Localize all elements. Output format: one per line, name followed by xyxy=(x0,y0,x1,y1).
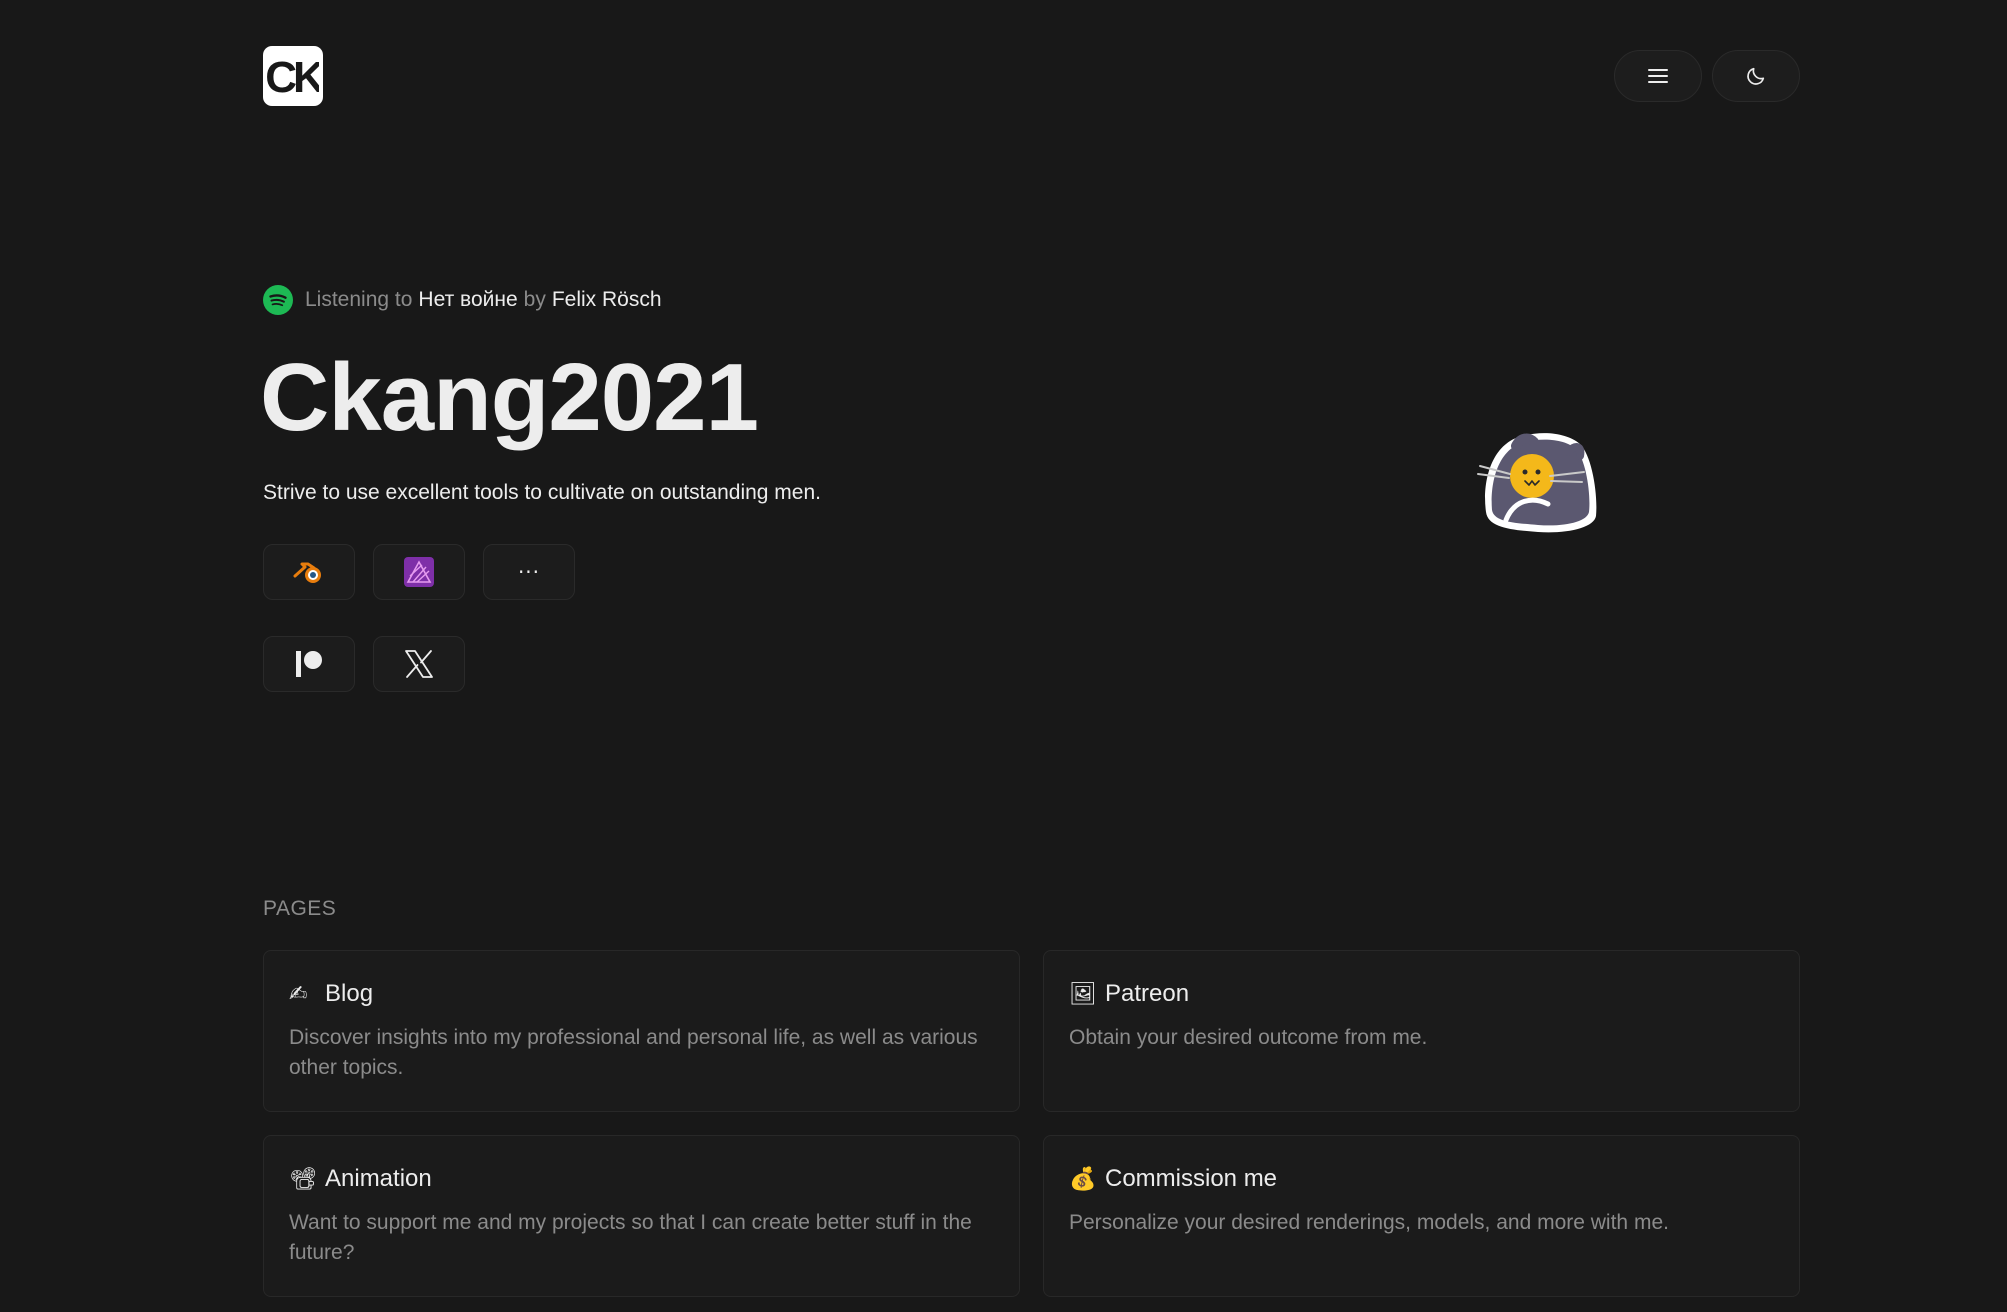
svg-text:CK: CK xyxy=(267,53,319,102)
menu-button[interactable] xyxy=(1614,50,1702,102)
page-card-animation[interactable]: 📽 Animation Want to support me and my pr… xyxy=(263,1135,1020,1297)
page-card-description: Obtain your desired outcome from me. xyxy=(1069,1026,1428,1049)
site-logo[interactable]: CK xyxy=(263,46,323,106)
page-card-title: Commission me xyxy=(1105,1165,1278,1192)
framed-picture-icon: 🖼 xyxy=(1069,981,1097,1007)
page: CK Listening to Нет войне by Felix Rösch… xyxy=(0,0,2007,1312)
page-card-title: Patreon xyxy=(1105,980,1190,1007)
menu-icon xyxy=(1648,69,1668,83)
spotify-icon[interactable] xyxy=(263,285,293,315)
profile-name: Ckang2021 xyxy=(260,344,759,451)
page-card-title: Blog xyxy=(325,980,374,1007)
projector-icon: 📽 xyxy=(289,1166,317,1192)
avatar xyxy=(1476,424,1606,540)
now-playing-joiner: by xyxy=(523,288,546,311)
patreon-icon xyxy=(296,651,322,677)
x-button[interactable] xyxy=(373,636,465,692)
patreon-button[interactable] xyxy=(263,636,355,692)
now-playing-track[interactable]: Нет войне xyxy=(418,288,517,312)
moon-icon xyxy=(1747,67,1765,85)
ck-logo-icon: CK xyxy=(267,53,319,102)
now-playing-artist[interactable]: Felix Rösch xyxy=(552,288,662,312)
affinity-photo-icon xyxy=(404,557,434,587)
profile-tagline: Strive to use excellent tools to cultiva… xyxy=(263,481,821,504)
affinity-photo-button[interactable] xyxy=(373,544,465,600)
page-card-description: Discover insights into my professional a… xyxy=(289,1026,978,1079)
more-tools-button[interactable]: ··· xyxy=(483,544,575,600)
money-bag-icon: 💰 xyxy=(1069,1166,1097,1192)
cat-sticker-icon xyxy=(1477,433,1597,533)
page-card-commission[interactable]: 💰 Commission me Personalize your desired… xyxy=(1043,1135,1800,1297)
x-icon xyxy=(405,650,433,678)
page-card-description: Want to support me and my projects so th… xyxy=(289,1211,972,1264)
blender-button[interactable] xyxy=(263,544,355,600)
pages-section-label: PAGES xyxy=(263,897,337,920)
theme-toggle-button[interactable] xyxy=(1712,50,1800,102)
page-card-description: Personalize your desired renderings, mod… xyxy=(1069,1211,1669,1234)
page-card-patreon[interactable]: 🖼 Patreon Obtain your desired outcome fr… xyxy=(1043,950,1800,1112)
page-card-blog[interactable]: ✍ Blog Discover insights into my profess… xyxy=(263,950,1020,1112)
page-card-title: Animation xyxy=(325,1165,432,1192)
writing-hand-icon: ✍ xyxy=(289,981,308,1007)
more-icon: ··· xyxy=(517,560,541,584)
now-playing: Listening to Нет войне by Felix Rösch xyxy=(263,284,662,316)
blender-icon xyxy=(293,562,321,583)
now-playing-prefix: Listening to xyxy=(305,288,413,311)
